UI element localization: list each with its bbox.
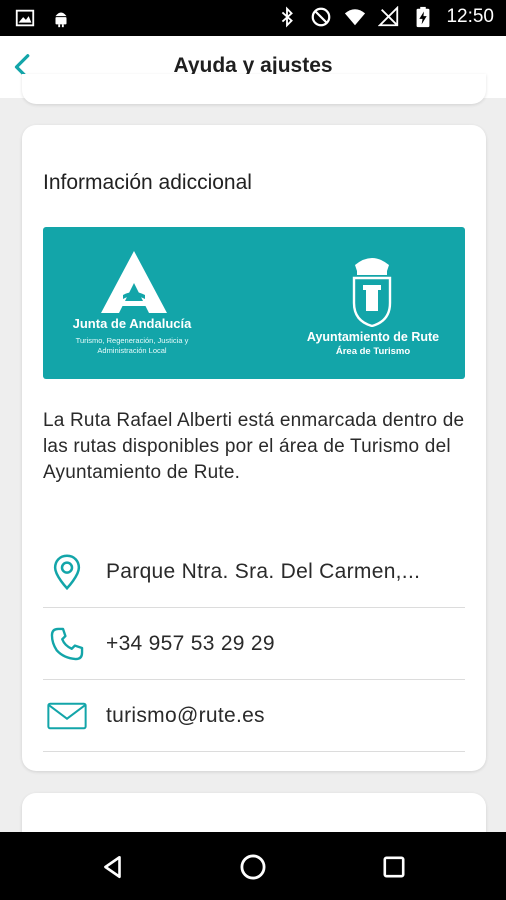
nav-recents-button[interactable]: [379, 852, 409, 882]
junta-subtitle-line2: Administración Local: [97, 346, 167, 355]
contact-email-text: turismo@rute.es: [106, 704, 265, 727]
contact-email-row[interactable]: turismo@rute.es: [43, 680, 465, 752]
contact-phone-text: +34 957 53 29 29: [106, 632, 275, 655]
location-pin-icon: [47, 552, 87, 592]
no-signal-icon: [378, 6, 399, 27]
previous-card: [22, 74, 486, 104]
back-triangle-icon: [104, 855, 121, 879]
junta-name: Junta de Andalucía: [72, 316, 192, 331]
bluetooth-icon: [282, 6, 294, 28]
nav-home-button[interactable]: [238, 852, 268, 882]
mail-icon: [47, 696, 87, 736]
home-circle-icon: [240, 854, 266, 880]
do-not-disturb-icon: [312, 7, 331, 27]
ayuntamiento-name: Ayuntamiento de Rute: [306, 330, 440, 344]
junta-andalucia-logo-icon: [101, 251, 167, 313]
rute-crest-icon: [352, 258, 392, 327]
junta-subtitle-line1: Turismo, Regeneración, Justicia y: [75, 336, 189, 345]
battery-charging-icon: [417, 6, 430, 28]
phone-icon: [47, 624, 87, 664]
contact-address-row[interactable]: Parque Ntra. Sra. Del Carmen,...: [43, 536, 465, 608]
contact-phone-row[interactable]: +34 957 53 29 29: [43, 608, 465, 680]
route-description: La Ruta Rafael Alberti está enmarcada de…: [43, 410, 465, 483]
ayuntamiento-subtitle: Área de Turismo: [335, 346, 411, 357]
contact-address-text: Parque Ntra. Sra. Del Carmen,...: [106, 560, 421, 583]
wifi-icon: [345, 9, 366, 26]
status-bar: 12:50: [0, 0, 506, 36]
nav-back-button[interactable]: [98, 852, 128, 882]
info-card: Información adiccional Junta de Andalucí…: [22, 125, 486, 771]
sponsors-banner: Junta de Andalucía Turismo, Regeneración…: [43, 227, 465, 379]
info-card-heading: Información adiccional: [43, 171, 252, 194]
android-icon: [55, 12, 67, 28]
junta-subtitle: Turismo, Regeneración, Justicia y Admini…: [43, 336, 221, 356]
recents-square-icon: [383, 856, 405, 878]
status-time: 12:50: [446, 6, 494, 27]
image-icon: [15, 9, 35, 27]
system-nav-bar: [0, 832, 506, 900]
